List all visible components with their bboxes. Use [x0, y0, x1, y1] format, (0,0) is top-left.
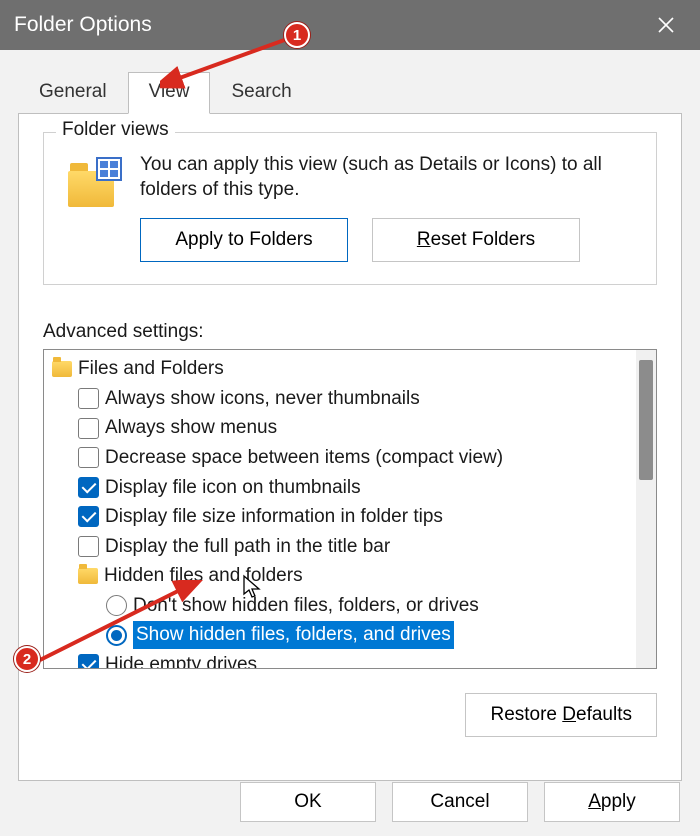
folder-views-title: Folder views	[56, 119, 175, 141]
close-icon	[657, 16, 675, 34]
folder-icon	[52, 361, 72, 377]
folder-views-description: You can apply this view (such as Details…	[140, 153, 638, 202]
checkbox[interactable]	[78, 388, 99, 409]
checkbox[interactable]	[78, 447, 99, 468]
tab-view[interactable]: View	[128, 72, 211, 114]
radio[interactable]	[106, 625, 127, 646]
window-title: Folder Options	[14, 13, 646, 37]
tree-label: Always show menus	[105, 414, 277, 442]
tab-strip: General View Search	[0, 50, 700, 113]
checkbox[interactable]	[78, 654, 99, 668]
tree-item-always-icons[interactable]: Always show icons, never thumbnails	[50, 384, 636, 414]
ok-button[interactable]: OK	[240, 782, 376, 822]
tab-general[interactable]: General	[18, 72, 128, 113]
checkbox[interactable]	[78, 536, 99, 557]
scroll-thumb[interactable]	[639, 360, 653, 480]
tab-search[interactable]: Search	[210, 72, 312, 113]
tab-panel-view: Folder views You can apply this view (su…	[18, 113, 682, 781]
tree-label: Display file size information in folder …	[105, 503, 443, 531]
close-button[interactable]	[646, 5, 686, 45]
tree-scrollbar[interactable]	[636, 350, 656, 668]
tree-group-hidden: Hidden files and folders	[50, 561, 636, 591]
tree-label: Display the full path in the title bar	[105, 533, 390, 561]
titlebar: Folder Options	[0, 0, 700, 50]
checkbox[interactable]	[78, 506, 99, 527]
content-area: General View Search Folder views You can…	[0, 50, 700, 836]
tree-item-icon-on-thumb[interactable]: Display file icon on thumbnails	[50, 473, 636, 503]
tree-label: Don't show hidden files, folders, or dri…	[133, 592, 479, 620]
tree-item-size-in-tips[interactable]: Display file size information in folder …	[50, 502, 636, 532]
apply-to-folders-button[interactable]: Apply to Folders	[140, 218, 348, 262]
folder-views-icon	[68, 157, 122, 207]
tree-label: Hidden files and folders	[104, 562, 303, 590]
tree-label: Hide empty drives	[105, 651, 257, 669]
checkbox[interactable]	[78, 418, 99, 439]
dialog-button-row: OK Cancel Apply	[240, 782, 680, 822]
folder-icon	[78, 568, 98, 584]
tree-label: Always show icons, never thumbnails	[105, 385, 420, 413]
tree-radio-dont-show-hidden[interactable]: Don't show hidden files, folders, or dri…	[50, 591, 636, 621]
folder-views-group: Folder views You can apply this view (su…	[43, 132, 657, 285]
tree-label: Files and Folders	[78, 355, 224, 383]
cancel-button[interactable]: Cancel	[392, 782, 528, 822]
tree-label: Decrease space between items (compact vi…	[105, 444, 503, 472]
tree-label: Show hidden files, folders, and drives	[133, 621, 454, 649]
tree-label: Display file icon on thumbnails	[105, 474, 361, 502]
tree-item-always-menus[interactable]: Always show menus	[50, 413, 636, 443]
advanced-settings-tree[interactable]: Files and Folders Always show icons, nev…	[43, 349, 657, 669]
apply-button[interactable]: Apply	[544, 782, 680, 822]
annotation-badge-1: 1	[284, 22, 310, 48]
checkbox[interactable]	[78, 477, 99, 498]
advanced-settings-label: Advanced settings:	[43, 321, 657, 343]
tree-item-hide-empty[interactable]: Hide empty drives	[50, 650, 636, 669]
radio[interactable]	[106, 595, 127, 616]
tree-item-compact-view[interactable]: Decrease space between items (compact vi…	[50, 443, 636, 473]
annotation-badge-2: 2	[14, 646, 40, 672]
tree-radio-show-hidden[interactable]: Show hidden files, folders, and drives	[50, 620, 636, 650]
reset-folders-button[interactable]: Reset Folders	[372, 218, 580, 262]
tree-item-full-path-title[interactable]: Display the full path in the title bar	[50, 532, 636, 562]
tree-group-files-folders: Files and Folders	[50, 354, 636, 384]
restore-defaults-button[interactable]: Restore Defaults	[465, 693, 657, 737]
